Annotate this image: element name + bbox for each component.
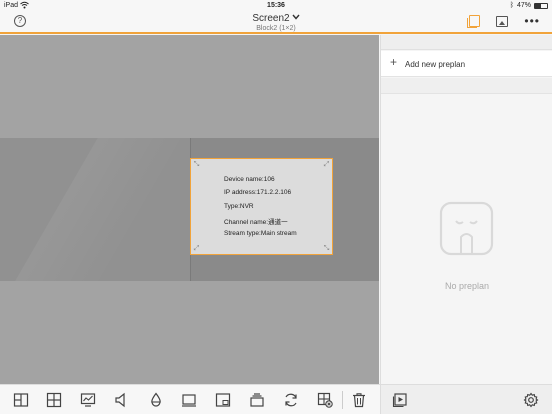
- empty-state-icon: [439, 201, 494, 256]
- channel-name: Channel name:通道一: [224, 219, 288, 226]
- device-ip: IP address:171.2.2.106: [224, 189, 292, 196]
- device-type: Type:NVR: [224, 203, 254, 210]
- chevron-down-icon[interactable]: [292, 13, 300, 22]
- device-window[interactable]: ⤡ ⤢ ⤢ ⤡ Device name:106 IP address:171.2…: [190, 158, 333, 255]
- bottom-toolbar: [0, 384, 552, 414]
- status-right: ᛒ 47%: [510, 2, 548, 9]
- grid-icon[interactable]: [46, 392, 62, 408]
- battery-fill: [535, 3, 541, 8]
- play-window-icon[interactable]: [392, 392, 408, 408]
- monitor-chart-icon[interactable]: [80, 392, 96, 408]
- image-icon[interactable]: [496, 15, 509, 27]
- resize-handle-bottom-left-icon[interactable]: ⤢: [193, 245, 200, 252]
- panel-header-gap: [381, 35, 552, 50]
- more-icon[interactable]: •••: [524, 15, 540, 27]
- grid-close-icon[interactable]: [317, 392, 333, 408]
- panel-separator: [381, 78, 552, 94]
- navbar: ? Screen2 Block2 (1×2) •••: [0, 12, 552, 34]
- stack-icon[interactable]: [249, 392, 265, 408]
- add-preplan-button[interactable]: + Add new preplan: [381, 51, 552, 77]
- battery-icon: [534, 2, 548, 9]
- speaker-icon[interactable]: [114, 392, 130, 408]
- refresh-icon[interactable]: [283, 392, 299, 408]
- layout-icon[interactable]: [13, 392, 29, 408]
- preplan-panel: + Add new preplan No preplan: [380, 35, 552, 384]
- resize-handle-top-left-icon[interactable]: ⤡: [193, 161, 200, 168]
- empty-state-text: No preplan: [444, 281, 490, 291]
- device-name: Device name:106: [224, 176, 275, 183]
- toolbar-divider: [342, 391, 343, 409]
- settings-icon[interactable]: [523, 392, 539, 408]
- bluetooth-icon: ᛒ: [509, 2, 514, 9]
- screen-title-text: Screen2: [252, 13, 290, 24]
- resize-handle-bottom-right-icon[interactable]: ⤡: [323, 245, 330, 252]
- window-icon[interactable]: [215, 392, 231, 408]
- battery-percent: 47%: [516, 2, 531, 9]
- resize-handle-top-right-icon[interactable]: ⤢: [323, 161, 330, 168]
- layer-icon[interactable]: [467, 15, 481, 28]
- trash-icon[interactable]: [351, 392, 367, 408]
- drop-icon[interactable]: [148, 392, 164, 408]
- status-bar: iPad 15:36 ᛒ 47%: [0, 0, 552, 12]
- plus-icon: +: [390, 55, 398, 69]
- stream-type: Stream type:Main stream: [224, 230, 297, 237]
- screen-icon[interactable]: [181, 392, 197, 408]
- nav-actions: •••: [467, 15, 540, 28]
- add-preplan-label: Add new preplan: [405, 60, 466, 69]
- screen-reflection: [0, 138, 200, 281]
- clock: 15:36: [267, 2, 285, 9]
